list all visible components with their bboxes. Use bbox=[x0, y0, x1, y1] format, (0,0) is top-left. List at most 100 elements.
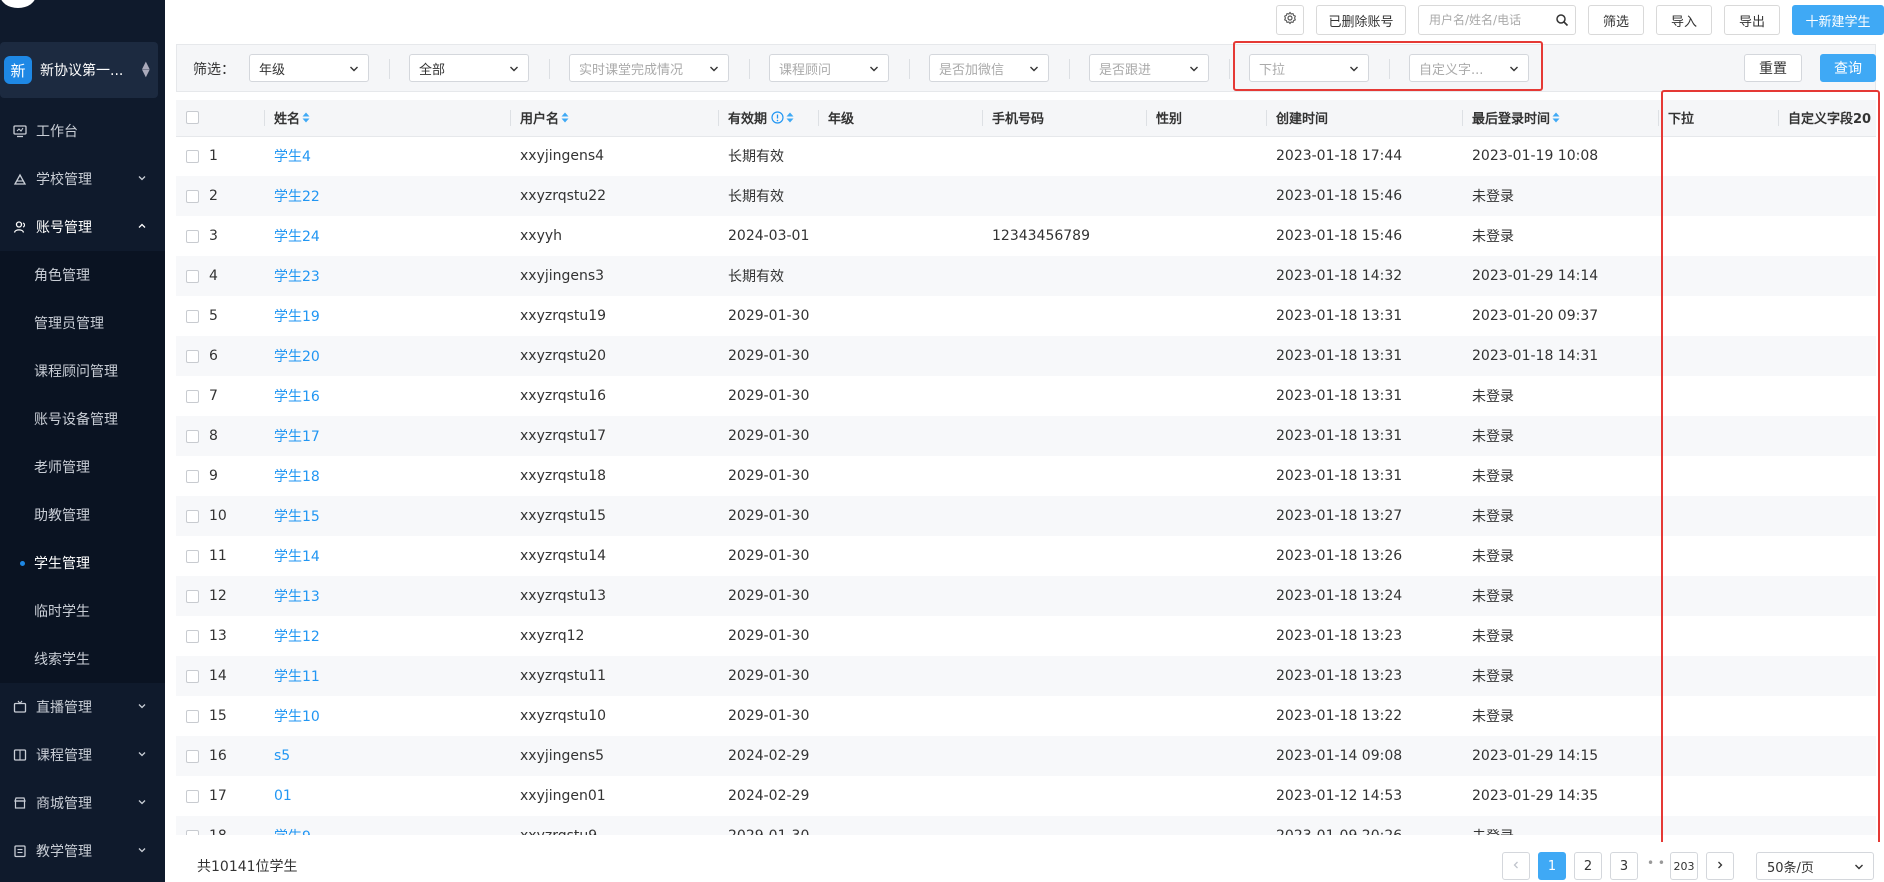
prev-page-button[interactable] bbox=[1502, 852, 1530, 880]
cell-name[interactable]: 学生12 bbox=[264, 616, 510, 656]
cell-name[interactable]: 学生18 bbox=[264, 456, 510, 496]
row-checkbox[interactable] bbox=[186, 149, 199, 163]
sidebar-item-assistants[interactable]: 助教管理 bbox=[0, 491, 165, 539]
cell-name[interactable]: 学生10 bbox=[264, 696, 510, 736]
table-row[interactable]: 15 学生10 xxyzrqstu10 2029-01-30 2023-01-18 13… bbox=[176, 696, 1876, 736]
row-checkbox[interactable] bbox=[186, 549, 199, 563]
query-button[interactable]: 查询 bbox=[1820, 54, 1876, 82]
page-size-select[interactable]: 50条/页 bbox=[1756, 852, 1874, 880]
table-row[interactable]: 3 学生24 xxyyh 2024-03-01 12343456789 2023-01-1… bbox=[176, 216, 1876, 256]
row-checkbox[interactable] bbox=[186, 509, 199, 523]
advisor-select[interactable]: 课程顾问 bbox=[769, 54, 889, 82]
row-checkbox[interactable] bbox=[186, 189, 199, 203]
nav-item-teaching[interactable]: 教学管理 bbox=[0, 827, 165, 875]
cell-name[interactable]: 学生24 bbox=[264, 216, 510, 256]
export-button[interactable]: 导出 bbox=[1724, 5, 1780, 35]
table-row[interactable]: 6 学生20 xxyzrqstu20 2029-01-30 2023-01-18 13:… bbox=[176, 336, 1876, 376]
row-checkbox[interactable] bbox=[186, 269, 199, 283]
table-row[interactable]: 12 学生13 xxyzrqstu13 2029-01-30 2023-01-18 13… bbox=[176, 576, 1876, 616]
page-3[interactable]: 3 bbox=[1610, 852, 1638, 880]
page-ellipsis[interactable]: • • bbox=[1647, 856, 1665, 870]
cell-name[interactable]: 学生19 bbox=[264, 296, 510, 336]
cell-name[interactable]: 学生17 bbox=[264, 416, 510, 456]
row-checkbox[interactable] bbox=[186, 669, 199, 683]
table-row[interactable]: 2 学生22 xxyzrqstu22 长期有效 2023-01-18 15:46 未登录 bbox=[176, 176, 1876, 216]
page-last[interactable]: 203 bbox=[1670, 852, 1698, 880]
nav-item-course[interactable]: 课程管理 bbox=[0, 731, 165, 779]
table-row[interactable]: 7 学生16 xxyzrqstu16 2029-01-30 2023-01-18 13:… bbox=[176, 376, 1876, 416]
row-checkbox[interactable] bbox=[186, 429, 199, 443]
search-input[interactable] bbox=[1429, 13, 1547, 27]
sort-icon[interactable] bbox=[1552, 112, 1560, 127]
row-checkbox[interactable] bbox=[186, 829, 199, 835]
cell-name[interactable]: 学生4 bbox=[264, 136, 510, 176]
cell-name[interactable]: 学生20 bbox=[264, 336, 510, 376]
nav-item-account[interactable]: 账号管理 bbox=[0, 203, 165, 251]
search-icon[interactable] bbox=[1555, 13, 1569, 31]
all-select[interactable]: 全部 bbox=[409, 54, 529, 82]
sidebar-item-admins[interactable]: 管理员管理 bbox=[0, 299, 165, 347]
row-checkbox[interactable] bbox=[186, 709, 199, 723]
next-page-button[interactable] bbox=[1706, 852, 1734, 880]
sidebar-item-roles[interactable]: 角色管理 bbox=[0, 251, 165, 299]
row-checkbox[interactable] bbox=[186, 589, 199, 603]
filter-button[interactable]: 筛选 bbox=[1588, 5, 1644, 35]
table-row[interactable]: 10 学生15 xxyzrqstu15 2029-01-30 2023-01-18 13… bbox=[176, 496, 1876, 536]
row-checkbox[interactable] bbox=[186, 389, 199, 403]
table-row[interactable]: 11 学生14 xxyzrqstu14 2029-01-30 2023-01-18 13… bbox=[176, 536, 1876, 576]
table-row[interactable]: 13 学生12 xxyzrq12 2029-01-30 2023-01-18 13:23… bbox=[176, 616, 1876, 656]
row-checkbox[interactable] bbox=[186, 629, 199, 643]
cell-name[interactable]: 学生15 bbox=[264, 496, 510, 536]
col-last-login[interactable]: 最后登录时间 bbox=[1462, 100, 1658, 137]
row-checkbox[interactable] bbox=[186, 749, 199, 763]
settings-button[interactable] bbox=[1276, 5, 1304, 35]
cell-name[interactable]: 学生14 bbox=[264, 536, 510, 576]
nav-item-school[interactable]: 学校管理 bbox=[0, 155, 165, 203]
nav-item-workbench[interactable]: 工作台 bbox=[0, 107, 165, 155]
cell-name[interactable]: 01 bbox=[264, 776, 510, 816]
table-row[interactable]: 1 学生4 xxyjingens4 长期有效 2023-01-18 17:44 2023-… bbox=[176, 136, 1876, 176]
cell-name[interactable]: 学生9 bbox=[264, 816, 510, 835]
col-name[interactable]: 姓名 bbox=[264, 100, 510, 137]
info-icon[interactable] bbox=[771, 111, 784, 128]
row-checkbox[interactable] bbox=[186, 789, 199, 803]
cell-name[interactable]: 学生13 bbox=[264, 576, 510, 616]
row-checkbox[interactable] bbox=[186, 229, 199, 243]
table-row[interactable]: 5 学生19 xxyzrqstu19 2029-01-30 2023-01-18 13:… bbox=[176, 296, 1876, 336]
follow-select[interactable]: 是否跟进 bbox=[1089, 54, 1209, 82]
deleted-accounts-button[interactable]: 已删除账号 bbox=[1316, 5, 1406, 35]
new-student-button[interactable]: 十新建学生 bbox=[1792, 5, 1884, 35]
reset-button[interactable]: 重置 bbox=[1744, 54, 1802, 82]
nav-item-live[interactable]: 直播管理 bbox=[0, 683, 165, 731]
sidebar-item-students[interactable]: 学生管理 bbox=[0, 539, 165, 587]
sidebar-item-advisors[interactable]: 课程顾问管理 bbox=[0, 347, 165, 395]
sidebar-item-temp-students[interactable]: 临时学生 bbox=[0, 587, 165, 635]
table-row[interactable]: 18 学生9xxyzrqstu92029-01-30 2023-01-09 20:2… bbox=[176, 816, 1876, 835]
cell-name[interactable]: 学生22 bbox=[264, 176, 510, 216]
sidebar-item-devices[interactable]: 账号设备管理 bbox=[0, 395, 165, 443]
cell-name[interactable]: s5 bbox=[264, 736, 510, 776]
col-validity[interactable]: 有效期 bbox=[718, 100, 818, 137]
realtime-completion-select[interactable]: 实时课堂完成情况 bbox=[569, 54, 729, 82]
sort-icon[interactable] bbox=[302, 112, 310, 127]
sidebar-item-teachers[interactable]: 老师管理 bbox=[0, 443, 165, 491]
row-checkbox[interactable] bbox=[186, 309, 199, 323]
table-row[interactable]: 8 学生17 xxyzrqstu17 2029-01-30 2023-01-18 13:… bbox=[176, 416, 1876, 456]
table-row[interactable]: 16 s5 xxyjingens5 2024-02-29 2023-01-14 09:0… bbox=[176, 736, 1876, 776]
import-button[interactable]: 导入 bbox=[1656, 5, 1712, 35]
cell-name[interactable]: 学生23 bbox=[264, 256, 510, 296]
table-row[interactable]: 17 01 xxyjingen01 2024-02-29 2023-01-12 14:5… bbox=[176, 776, 1876, 816]
wechat-select[interactable]: 是否加微信 bbox=[929, 54, 1049, 82]
custom-field-select[interactable]: 自定义字... bbox=[1409, 54, 1529, 82]
sidebar-item-lead-students[interactable]: 线索学生 bbox=[0, 635, 165, 683]
org-switcher[interactable]: 新 新协议第一... ▲ ▼ bbox=[0, 42, 158, 98]
search-box[interactable] bbox=[1418, 5, 1576, 35]
col-username[interactable]: 用户名 bbox=[510, 100, 718, 137]
cell-name[interactable]: 学生11 bbox=[264, 656, 510, 696]
row-checkbox[interactable] bbox=[186, 349, 199, 363]
row-checkbox[interactable] bbox=[186, 469, 199, 483]
page-2[interactable]: 2 bbox=[1574, 852, 1602, 880]
select-all-checkbox[interactable] bbox=[186, 111, 199, 125]
sort-icon[interactable] bbox=[561, 112, 569, 127]
table-row[interactable]: 14 学生11 xxyzrqstu11 2029-01-30 2023-01-18 13… bbox=[176, 656, 1876, 696]
